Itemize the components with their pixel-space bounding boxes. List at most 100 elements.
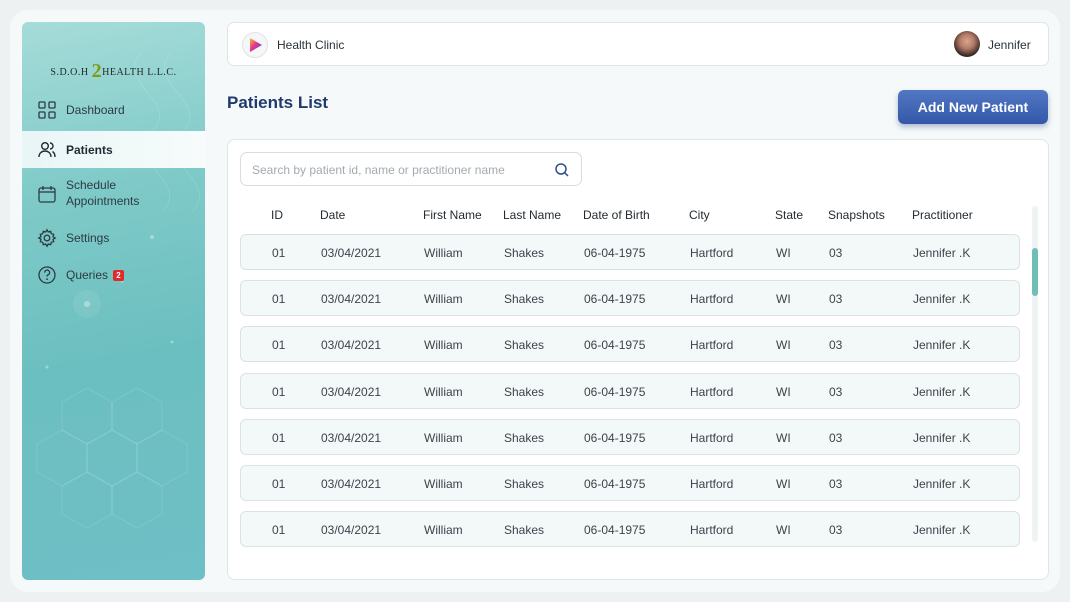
cell-first-name: William xyxy=(424,430,463,445)
cell-practitioner: Jennifer .K xyxy=(913,430,971,445)
cell-city: Hartford xyxy=(690,477,734,491)
top-header: Health Clinic Jennifer xyxy=(227,22,1049,66)
patients-table-panel: ID Date First Name Last Name Date of Bir… xyxy=(227,139,1049,580)
cell-id: 01 xyxy=(272,384,286,399)
cell-id: 01 xyxy=(272,292,286,307)
column-header-first-name[interactable]: First Name xyxy=(423,208,482,222)
add-new-patient-button[interactable]: Add New Patient xyxy=(898,90,1048,124)
cell-id: 01 xyxy=(272,430,286,445)
cell-snapshots: 03 xyxy=(829,430,843,445)
cell-date-of-birth: 06-04-1975 xyxy=(584,430,646,445)
column-header-city[interactable]: City xyxy=(689,208,710,222)
sidebar-item-dashboard[interactable]: Dashboard xyxy=(22,100,205,120)
cell-last-name: Shakes xyxy=(504,384,545,399)
queries-count-badge: 2 xyxy=(113,269,125,281)
scrollbar-thumb[interactable] xyxy=(1032,248,1038,296)
cell-id: 01 xyxy=(272,477,286,491)
search-icon[interactable] xyxy=(553,161,571,179)
search-input[interactable] xyxy=(252,161,542,179)
clinic-name: Health Clinic xyxy=(277,38,345,52)
cell-date: 03/04/2021 xyxy=(321,384,382,399)
sidebar-item-label: Dashboard xyxy=(66,103,125,117)
table-row[interactable]: 01 03/04/2021 William Shakes 06-04-1975 Hartf… xyxy=(240,326,1020,363)
cell-date: 03/04/2021 xyxy=(321,246,382,260)
user-avatar[interactable] xyxy=(954,31,980,57)
column-header-snapshots[interactable]: Snapshots xyxy=(828,208,885,222)
cell-id: 01 xyxy=(272,338,286,353)
cell-first-name: William xyxy=(424,384,463,399)
sidebar-item-patients[interactable]: Patients xyxy=(22,131,205,168)
logo-digit: 2 xyxy=(91,60,103,82)
users-icon xyxy=(38,141,56,157)
cell-first-name: William xyxy=(424,338,463,353)
table-row[interactable]: 01 03/04/2021 William Shakes 06-04-1975 Hartf… xyxy=(240,372,1020,409)
cell-date: 03/04/2021 xyxy=(321,477,382,491)
column-header-id[interactable]: ID xyxy=(271,208,283,222)
cell-practitioner: Jennifer .K xyxy=(913,292,971,307)
help-icon xyxy=(38,266,56,284)
cell-snapshots: 03 xyxy=(829,384,843,399)
table-row[interactable]: 01 03/04/2021 William Shakes 06-04-1975 Hartf… xyxy=(240,465,1020,501)
cell-state: WI xyxy=(776,292,791,307)
cell-first-name: William xyxy=(424,246,463,260)
cell-first-name: William xyxy=(424,523,463,538)
column-header-last-name[interactable]: Last Name xyxy=(503,208,561,222)
table-header: ID Date First Name Last Name Date of Bir… xyxy=(240,208,1020,224)
table-row[interactable]: 01 03/04/2021 William Shakes 06-04-1975 Hartf… xyxy=(240,511,1020,548)
cell-snapshots: 03 xyxy=(829,246,843,260)
cell-state: WI xyxy=(776,430,791,445)
column-header-state[interactable]: State xyxy=(775,208,803,222)
gear-icon xyxy=(37,228,57,248)
cell-date: 03/04/2021 xyxy=(321,430,382,445)
cell-date: 03/04/2021 xyxy=(321,292,382,307)
cell-practitioner: Jennifer .K xyxy=(913,523,971,538)
cell-state: WI xyxy=(776,338,791,353)
cell-first-name: William xyxy=(424,292,463,307)
search-box xyxy=(240,152,582,186)
cell-state: WI xyxy=(776,384,791,399)
cell-date-of-birth: 06-04-1975 xyxy=(584,523,646,538)
cell-date-of-birth: 06-04-1975 xyxy=(584,292,646,307)
sidebar-item-queries[interactable]: Queries 2 xyxy=(22,265,205,285)
calendar-icon xyxy=(38,186,56,203)
cell-state: WI xyxy=(776,246,791,260)
sidebar-item-label: Patients xyxy=(66,142,113,157)
cell-date: 03/04/2021 xyxy=(321,523,382,538)
sidebar-item-label-line1: Schedule xyxy=(66,178,117,192)
column-header-date[interactable]: Date xyxy=(320,208,345,222)
cell-date-of-birth: 06-04-1975 xyxy=(584,384,646,399)
cell-city: Hartford xyxy=(690,338,734,353)
cell-practitioner: Jennifer .K xyxy=(913,384,971,399)
sidebar-item-label: Queries xyxy=(66,268,109,282)
cell-last-name: Shakes xyxy=(504,246,545,260)
cell-snapshots: 03 xyxy=(829,292,843,307)
cell-snapshots: 03 xyxy=(829,477,843,491)
sidebar-item-label: Schedule Appointments xyxy=(66,177,139,209)
cell-city: Hartford xyxy=(690,384,734,399)
sidebar-item-label: Settings xyxy=(66,231,110,245)
column-header-date-of-birth[interactable]: Date of Birth xyxy=(583,208,650,222)
cell-snapshots: 03 xyxy=(829,338,843,353)
cell-last-name: Shakes xyxy=(504,338,545,353)
cell-snapshots: 03 xyxy=(829,523,843,538)
cell-id: 01 xyxy=(272,523,286,538)
sidebar: S.D.O.H 2HEALTH L.L.C. Dashboard Patient… xyxy=(22,22,205,580)
table-row[interactable]: 01 03/04/2021 William Shakes 06-04-1975 Hartf… xyxy=(240,280,1020,317)
cell-last-name: Shakes xyxy=(504,477,545,491)
table-row[interactable]: 01 03/04/2021 William Shakes 06-04-1975 Hartf… xyxy=(240,418,1020,455)
column-header-practitioner[interactable]: Practitioner xyxy=(912,208,973,222)
cell-city: Hartford xyxy=(690,292,734,307)
logo-text-right: HEALTH L.L.C. xyxy=(102,67,177,78)
sidebar-item-schedule-appointments[interactable]: Schedule Appointments xyxy=(22,177,205,211)
cell-state: WI xyxy=(776,523,791,538)
sidebar-item-label-line2: Appointments xyxy=(66,194,140,208)
cell-last-name: Shakes xyxy=(504,430,545,445)
cell-city: Hartford xyxy=(690,523,734,538)
user-name[interactable]: Jennifer xyxy=(988,38,1031,52)
cell-last-name: Shakes xyxy=(504,523,545,538)
cell-state: WI xyxy=(776,477,791,491)
table-row[interactable]: 01 03/04/2021 William Shakes 06-04-1975 Hartf… xyxy=(240,234,1020,270)
clinic-logo-icon xyxy=(242,32,268,58)
cell-date-of-birth: 06-04-1975 xyxy=(584,477,646,491)
sidebar-item-settings[interactable]: Settings xyxy=(22,228,205,248)
